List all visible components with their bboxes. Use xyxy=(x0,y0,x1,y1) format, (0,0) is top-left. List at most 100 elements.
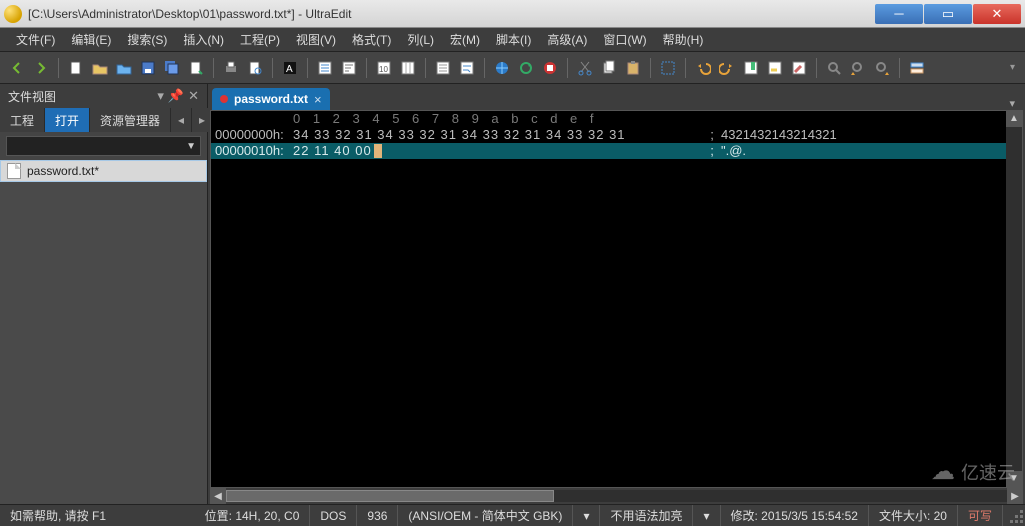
scroll-left-icon[interactable]: ◀ xyxy=(210,488,226,504)
scroll-track[interactable] xyxy=(1006,127,1022,471)
sidebar-tab-scroll-left[interactable]: ◂ xyxy=(171,108,192,132)
status-modified: 修改: 2015/3/5 15:54:52 xyxy=(721,505,869,526)
hex-row[interactable]: 00000000h: 34 33 32 31 34 33 32 31 34 33… xyxy=(211,127,1022,143)
menu-column[interactable]: 列(L) xyxy=(399,29,442,50)
eraser-icon[interactable] xyxy=(788,57,810,79)
undo-icon[interactable] xyxy=(692,57,714,79)
cut-icon[interactable] xyxy=(574,57,596,79)
horizontal-scrollbar[interactable]: ◀ ▶ xyxy=(210,488,1023,504)
menu-script[interactable]: 脚本(I) xyxy=(488,29,539,50)
sidebar-filter-dropdown[interactable]: ▼ xyxy=(6,136,201,156)
scroll-right-icon[interactable]: ▶ xyxy=(1007,488,1023,504)
print-icon[interactable] xyxy=(220,57,242,79)
sidebar-file-list: password.txt* xyxy=(0,160,207,504)
browse-icon[interactable] xyxy=(113,57,135,79)
hex-address: 00000000h: xyxy=(211,127,293,143)
hex-ascii[interactable]: ".@. xyxy=(721,143,746,159)
hex-editor[interactable]: 0 1 2 3 4 5 6 7 8 9 a b c d e f 00000000… xyxy=(210,110,1023,488)
sidebar-close-icon[interactable]: ✕ xyxy=(188,88,199,104)
print-preview-icon[interactable] xyxy=(244,57,266,79)
scroll-track[interactable] xyxy=(226,490,1007,502)
save-all-icon[interactable] xyxy=(161,57,183,79)
menu-file[interactable]: 文件(F) xyxy=(8,29,63,50)
highlight-icon[interactable] xyxy=(764,57,786,79)
status-syntax[interactable]: 不用语法加亮 xyxy=(600,505,693,526)
sidebar-pin-icon[interactable]: 📌 xyxy=(168,88,184,104)
hex-icon[interactable]: 10 xyxy=(373,57,395,79)
hex-row[interactable]: 00000010h: 22 11 40 00 ; ".@. xyxy=(211,143,1022,159)
sidebar-file-item[interactable]: password.txt* xyxy=(0,160,207,182)
sort-icon[interactable] xyxy=(338,57,360,79)
menu-insert[interactable]: 插入(N) xyxy=(175,29,232,50)
paste-icon[interactable] xyxy=(622,57,644,79)
word-wrap-icon[interactable] xyxy=(456,57,478,79)
redo-icon[interactable] xyxy=(716,57,738,79)
menu-project[interactable]: 工程(P) xyxy=(232,29,288,50)
refresh-icon[interactable] xyxy=(515,57,537,79)
resize-grip[interactable] xyxy=(1007,507,1025,525)
select-all-icon[interactable] xyxy=(657,57,679,79)
new-file-icon[interactable] xyxy=(65,57,87,79)
window-title: [C:\Users\Administrator\Desktop\01\passw… xyxy=(28,7,874,21)
app-icon xyxy=(4,5,22,23)
status-readwrite[interactable]: 可写 xyxy=(958,505,1003,526)
svg-text:A: A xyxy=(286,64,293,75)
hex-ascii[interactable]: 4321432143214321 xyxy=(721,127,837,143)
find-next-icon[interactable] xyxy=(871,57,893,79)
separator xyxy=(650,58,651,78)
sidebar-dropdown-icon[interactable]: ▾ xyxy=(157,88,164,104)
toolbar: A 10 ▾ xyxy=(0,52,1025,84)
hex-address: 00000010h: xyxy=(211,143,293,159)
sidebar-tab-project[interactable]: 工程 xyxy=(0,108,45,132)
status-encoding-dropdown-icon[interactable]: ▾ xyxy=(573,505,600,526)
sidebar-tab-open[interactable]: 打开 xyxy=(45,108,90,132)
sidebar-title: 文件视图 ▾ 📌 ✕ xyxy=(0,84,207,108)
list-icon[interactable] xyxy=(314,57,336,79)
copy-icon[interactable] xyxy=(598,57,620,79)
menu-advanced[interactable]: 高级(A) xyxy=(539,29,595,50)
scroll-up-icon[interactable]: ▲ xyxy=(1006,111,1022,127)
menu-macro[interactable]: 宏(M) xyxy=(442,29,488,50)
vertical-scrollbar[interactable]: ▲ ▼ xyxy=(1006,111,1022,487)
editor-tab-close-icon[interactable]: × xyxy=(314,92,322,107)
menu-help[interactable]: 帮助(H) xyxy=(655,29,712,50)
menu-search[interactable]: 搜索(S) xyxy=(119,29,175,50)
window-maximize-button[interactable]: ▭ xyxy=(924,4,972,24)
bookmark-icon[interactable] xyxy=(740,57,762,79)
replace-icon[interactable] xyxy=(906,57,928,79)
scroll-thumb[interactable] xyxy=(226,490,554,502)
show-spaces-icon[interactable] xyxy=(432,57,454,79)
column-mode-icon[interactable] xyxy=(397,57,419,79)
status-encoding[interactable]: (ANSI/OEM - 简体中文 GBK) xyxy=(398,505,573,526)
menu-view[interactable]: 视图(V) xyxy=(288,29,344,50)
nav-forward-icon[interactable] xyxy=(30,57,52,79)
hex-ruler: 0 1 2 3 4 5 6 7 8 9 a b c d e f xyxy=(211,111,1022,127)
nav-back-icon[interactable] xyxy=(6,57,28,79)
find-icon[interactable] xyxy=(823,57,845,79)
hex-bytes[interactable]: 34 33 32 31 34 33 32 31 34 33 32 31 34 3… xyxy=(293,127,703,143)
stop-icon[interactable] xyxy=(539,57,561,79)
menu-edit[interactable]: 编辑(E) xyxy=(63,29,119,50)
menubar: 文件(F) 编辑(E) 搜索(S) 插入(N) 工程(P) 视图(V) 格式(T… xyxy=(0,28,1025,52)
window-close-button[interactable]: ✕ xyxy=(973,4,1021,24)
status-syntax-dropdown-icon[interactable]: ▾ xyxy=(693,505,720,526)
menu-window[interactable]: 窗口(W) xyxy=(595,29,654,50)
web-icon[interactable] xyxy=(491,57,513,79)
font-icon[interactable]: A xyxy=(279,57,301,79)
open-file-icon[interactable] xyxy=(89,57,111,79)
scroll-down-icon[interactable]: ▼ xyxy=(1006,471,1022,487)
separator xyxy=(366,58,367,78)
sidebar-tab-explorer[interactable]: 资源管理器 xyxy=(90,108,171,132)
save-icon[interactable] xyxy=(137,57,159,79)
separator xyxy=(425,58,426,78)
revert-icon[interactable] xyxy=(185,57,207,79)
status-line-ending[interactable]: DOS xyxy=(310,505,357,526)
toolbar-overflow-icon[interactable]: ▾ xyxy=(1006,62,1019,73)
window-minimize-button[interactable]: ─ xyxy=(875,4,923,24)
menu-format[interactable]: 格式(T) xyxy=(344,29,399,50)
editor-tab[interactable]: password.txt × xyxy=(212,88,330,110)
statusbar: 如需帮助, 请按 F1 位置: 14H, 20, C0 DOS 936 (ANS… xyxy=(0,504,1025,526)
find-prev-icon[interactable] xyxy=(847,57,869,79)
hex-bytes[interactable]: 22 11 40 00 xyxy=(293,143,703,159)
tabstrip-overflow-icon[interactable]: ▾ xyxy=(1003,97,1021,110)
